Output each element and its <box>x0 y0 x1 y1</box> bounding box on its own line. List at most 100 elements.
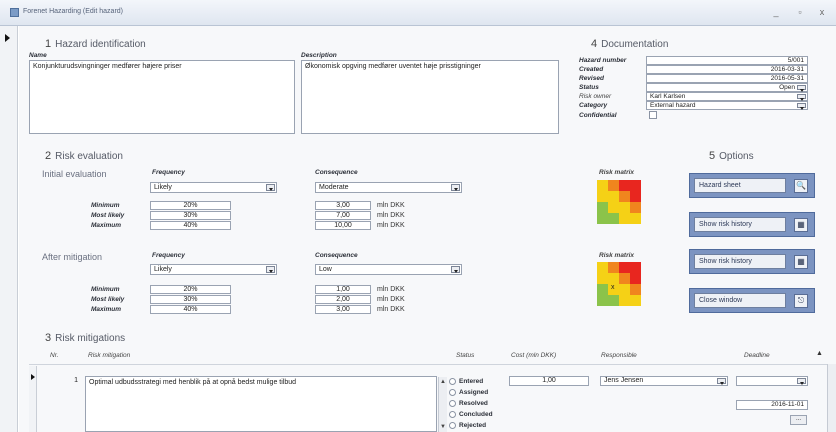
record-selector-bar[interactable] <box>0 26 18 432</box>
status-radio-entered[interactable] <box>449 378 456 385</box>
status-assigned-label: Assigned <box>459 389 489 396</box>
section-number: 1 <box>45 38 52 50</box>
name-field[interactable]: Konjunkturudsvingninger medfører højere … <box>29 60 295 134</box>
chevron-down-icon[interactable] <box>451 266 460 273</box>
after-frequency-select[interactable]: Likely <box>150 264 277 275</box>
initial-most-likely-frequency[interactable]: 30% <box>150 211 231 220</box>
table-icon: ▦ <box>794 255 808 269</box>
minimize-button[interactable]: _ <box>768 6 784 18</box>
after-most-likely-consequence[interactable]: 2,00 <box>315 295 371 304</box>
matrix-cell <box>630 180 641 191</box>
revised-label: Revised <box>579 75 604 82</box>
chevron-down-icon[interactable] <box>797 103 806 110</box>
initial-consequence-value: Moderate <box>319 184 349 191</box>
after-maximum-label: Maximum <box>91 306 121 313</box>
matrix-cell <box>608 202 619 213</box>
category-value: External hazard <box>650 102 696 109</box>
show-risk-history-button-2[interactable]: Show risk history ▦ <box>689 249 815 274</box>
created-field[interactable]: 2016-03-31 <box>646 65 808 74</box>
scroll-down-icon[interactable]: ▼ <box>439 423 447 431</box>
confidential-checkbox[interactable] <box>649 111 657 119</box>
deadline-select[interactable] <box>736 376 808 386</box>
initial-consequence-select[interactable]: Moderate <box>315 182 462 193</box>
initial-maximum-consequence[interactable]: 10,00 <box>315 221 371 230</box>
after-maximum-unit: mln DKK <box>377 306 405 313</box>
section-number: 2 <box>45 150 52 162</box>
matrix-cell <box>619 191 630 202</box>
close-window-button[interactable]: Close window ⎋ <box>689 288 815 313</box>
header-nr: Nr. <box>50 352 59 359</box>
initial-most-likely-consequence[interactable]: 7,00 <box>315 211 371 220</box>
matrix-cell <box>608 273 619 284</box>
after-most-likely-frequency[interactable]: 30% <box>150 295 231 304</box>
matrix-cell <box>597 213 608 224</box>
section-title: Documentation <box>601 39 669 50</box>
matrix-cell <box>597 262 608 273</box>
section-number: 4 <box>591 38 598 50</box>
initial-frequency-select[interactable]: Likely <box>150 182 277 193</box>
matrix-cell <box>619 262 630 273</box>
initial-maximum-frequency[interactable]: 40% <box>150 221 231 230</box>
close-button[interactable]: x <box>814 6 830 18</box>
status-radio-concluded[interactable] <box>449 411 456 418</box>
matrix-cell <box>630 213 641 224</box>
responsible-select[interactable]: Jens Jensen <box>600 376 728 386</box>
after-minimum-consequence[interactable]: 1,00 <box>315 285 371 294</box>
chevron-down-icon[interactable] <box>797 94 806 101</box>
status-select[interactable]: Open <box>646 83 808 92</box>
deadline-picker-button[interactable]: ... <box>790 415 807 425</box>
mitigation-cost-field[interactable]: 1,00 <box>509 376 589 386</box>
risk-owner-select[interactable]: Karl Karlsen <box>646 92 808 101</box>
hazard-number-field[interactable]: 5/001 <box>646 56 808 65</box>
maximize-button[interactable]: ▫ <box>792 6 808 18</box>
status-entered-label: Entered <box>459 378 484 385</box>
mitigation-text-field[interactable]: Optimal udbudsstrategi med henblik på at… <box>85 376 437 432</box>
after-minimum-frequency[interactable]: 20% <box>150 285 231 294</box>
initial-maximum-label: Maximum <box>91 222 121 229</box>
show-risk-history-button[interactable]: Show risk history ▦ <box>689 212 815 237</box>
description-field[interactable]: Økonomisk opgving medfører uventet høje … <box>301 60 559 134</box>
status-radio-resolved[interactable] <box>449 400 456 407</box>
status-radio-rejected[interactable] <box>449 422 456 429</box>
status-radio-assigned[interactable] <box>449 389 456 396</box>
app-icon <box>10 8 19 17</box>
scroll-up-icon[interactable]: ▲ <box>816 350 823 357</box>
revised-field[interactable]: 2016-05-31 <box>646 74 808 83</box>
chevron-down-icon[interactable] <box>717 378 726 385</box>
show-risk-history-label: Show risk history <box>694 217 786 232</box>
hazard-sheet-button[interactable]: Hazard sheet 🔍 <box>689 173 815 198</box>
header-responsible: Responsible <box>601 352 637 359</box>
name-label: Name <box>29 52 47 59</box>
scroll-up-icon[interactable]: ▲ <box>439 378 447 386</box>
current-row-icon <box>31 374 35 380</box>
matrix-cell <box>630 191 641 202</box>
chevron-down-icon[interactable] <box>451 184 460 191</box>
initial-minimum-frequency[interactable]: 20% <box>150 201 231 210</box>
chevron-down-icon[interactable] <box>797 378 806 385</box>
status-rejected-label: Rejected <box>459 422 487 429</box>
table-icon: ▦ <box>794 218 808 232</box>
after-maximum-consequence[interactable]: 3,00 <box>315 305 371 314</box>
row-selector[interactable] <box>29 366 37 432</box>
after-frequency-label: Frequency <box>152 252 185 259</box>
chevron-down-icon[interactable] <box>266 184 275 191</box>
section-number: 5 <box>709 150 716 162</box>
after-risk-matrix-label: Risk matrix <box>599 252 635 259</box>
category-select[interactable]: External hazard <box>646 101 808 110</box>
initial-frequency-label: Frequency <box>152 169 185 176</box>
mitigation-scrollbar[interactable]: ▲ ▼ <box>438 377 447 432</box>
risk-owner-label: Risk owner <box>579 93 612 100</box>
form-scrollbar[interactable] <box>827 364 836 432</box>
header-cost: Cost (mln DKK) <box>511 352 557 359</box>
matrix-cell <box>619 213 630 224</box>
section-title: Options <box>719 151 754 162</box>
initial-minimum-consequence[interactable]: 3,00 <box>315 201 371 210</box>
after-consequence-select[interactable]: Low <box>315 264 462 275</box>
chevron-down-icon[interactable] <box>266 266 275 273</box>
matrix-cell <box>608 262 619 273</box>
deadline-date-field[interactable]: 2016-11-01 <box>736 400 808 410</box>
chevron-down-icon[interactable] <box>797 85 806 92</box>
after-maximum-frequency[interactable]: 40% <box>150 305 231 314</box>
after-consequence-value: Low <box>319 266 332 273</box>
matrix-cell <box>608 295 619 306</box>
